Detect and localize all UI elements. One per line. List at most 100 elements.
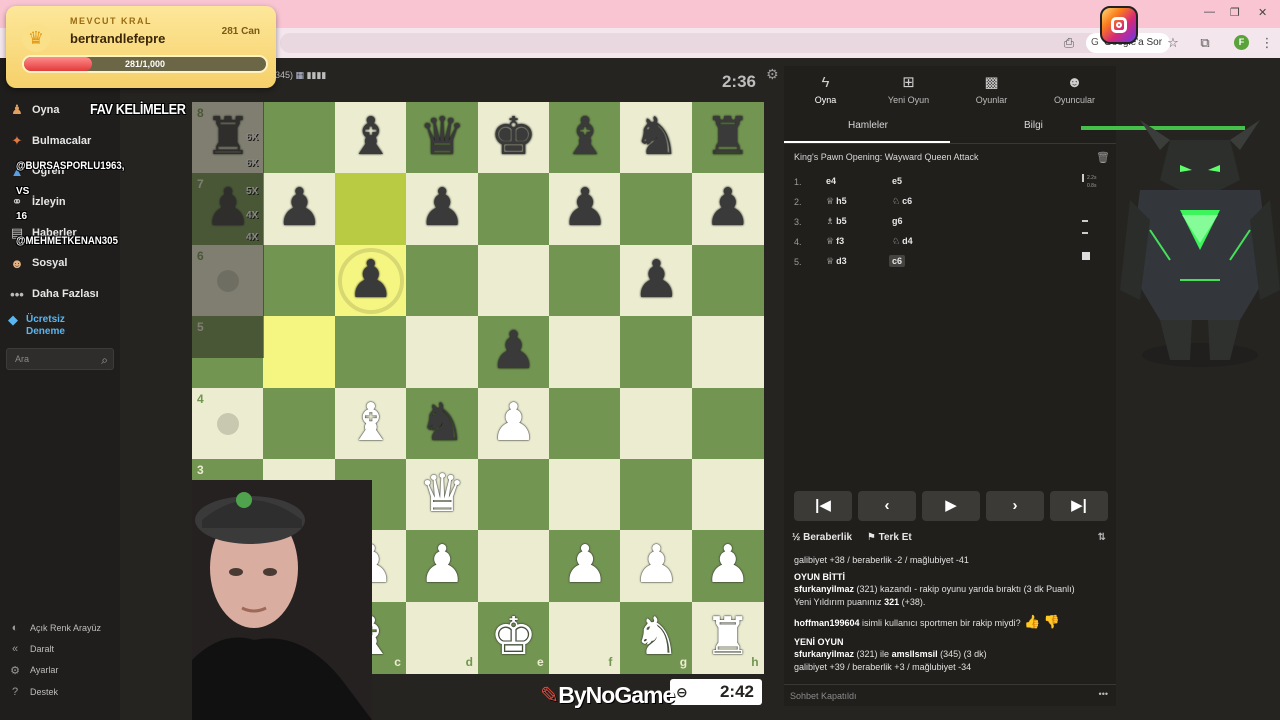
black-piece-icon[interactable]: ♜ [692, 102, 764, 174]
board-square-e2[interactable] [477, 530, 550, 603]
board-square-h5[interactable] [691, 316, 764, 389]
sidebar-help[interactable]: ? Destek [8, 685, 58, 699]
tab-games[interactable]: ▩ Oyunlar [950, 66, 1033, 110]
move-white[interactable]: ♗ b5 [826, 216, 847, 227]
board-square-g4[interactable] [620, 387, 693, 460]
black-piece-icon[interactable]: ♛ [406, 102, 478, 174]
chat-username[interactable]: sfurkanyilmaz [794, 649, 854, 659]
chat-username[interactable]: sfurkanyilmaz [794, 584, 854, 594]
board-square-d6[interactable] [406, 244, 479, 317]
chat-more-icon[interactable]: ••• [1099, 689, 1108, 699]
board-square-h4[interactable] [691, 387, 764, 460]
move-hint-dot[interactable] [217, 412, 239, 435]
board-square-e7[interactable] [477, 173, 550, 246]
board-square-h6[interactable] [691, 244, 764, 317]
close-icon[interactable]: ✕ [1258, 6, 1267, 19]
move-white[interactable]: ♕ f3 [826, 236, 844, 247]
profile-avatar[interactable]: F [1234, 35, 1249, 50]
subtab-info[interactable]: Bilgi [1024, 120, 1043, 131]
board-square-f6[interactable] [549, 244, 621, 317]
draw-button[interactable]: ½ Beraberlik [792, 532, 852, 543]
free-trial-link[interactable]: ◆ Ücretsiz Deneme [8, 313, 76, 338]
move-black[interactable]: ♘ c6 [892, 196, 912, 207]
search-input[interactable]: Ara ⌕ [6, 348, 114, 370]
black-piece-icon[interactable]: ♟ [478, 316, 550, 388]
next-move-button[interactable]: › [986, 491, 1044, 521]
first-move-button[interactable]: |◀ [794, 491, 852, 521]
board-square-c7[interactable] [334, 173, 407, 246]
white-piece-icon[interactable]: ♟ [549, 530, 621, 602]
board-square-f4[interactable] [549, 387, 621, 460]
board-settings-icon[interactable]: ⚙ [766, 66, 779, 83]
tab-play[interactable]: ϟ Oyna [784, 66, 867, 110]
white-piece-icon[interactable]: ♛ [406, 459, 478, 531]
board-square-f3[interactable] [549, 459, 621, 531]
move-white[interactable]: e4 [826, 176, 836, 186]
chat-username[interactable]: amsllsmsil [892, 649, 938, 659]
move-white[interactable]: ♕ d3 [826, 256, 847, 267]
sidebar-item-puzzles[interactable]: ✦ Bulmacalar [8, 130, 92, 152]
move-white[interactable]: ♕ h5 [826, 196, 847, 207]
move-black[interactable]: g6 [892, 216, 903, 226]
black-piece-icon[interactable]: ♞ [406, 388, 478, 460]
extensions-icon[interactable]: ⧉ [1196, 34, 1214, 52]
thumbs-down-icon[interactable]: 👎 [1044, 614, 1060, 629]
sidebar-item-play[interactable]: ♟ Oyna [8, 99, 59, 121]
move-black[interactable]: c6 [889, 255, 906, 267]
board-square-g3[interactable] [620, 459, 693, 531]
resign-button[interactable]: ⚑ Terk Et [867, 532, 912, 543]
address-bar[interactable] [280, 33, 1160, 53]
trash-icon[interactable]: 🗑 [1096, 151, 1110, 164]
board-square-h3[interactable] [691, 459, 764, 531]
board-square-e3[interactable] [477, 459, 550, 531]
tab-players[interactable]: ☻ Oyuncular [1033, 66, 1116, 110]
black-piece-icon[interactable]: ♞ [620, 102, 692, 174]
move-black[interactable]: e5 [892, 176, 902, 186]
board-square-g5[interactable] [620, 316, 693, 389]
last-move-button[interactable]: ▶| [1050, 491, 1108, 521]
board-square-e6[interactable] [477, 244, 550, 317]
browser-menu-icon[interactable]: ⋮ [1258, 34, 1276, 52]
black-piece-icon[interactable]: ♝ [549, 102, 621, 174]
move-black[interactable]: ♘ d4 [892, 236, 913, 247]
subtab-moves[interactable]: Hamleler [848, 120, 888, 131]
white-piece-icon[interactable]: ♝ [335, 388, 407, 460]
board-square-c5[interactable] [334, 316, 407, 389]
black-piece-icon[interactable]: ♟ [263, 173, 335, 245]
white-piece-icon[interactable]: ♟ [478, 388, 550, 460]
chat-input[interactable]: Sohbet Kapatıldı ••• [784, 684, 1116, 706]
sidebar-theme-toggle[interactable]: ◐ Açık Renk Arayüz [8, 621, 101, 635]
play-button[interactable]: ▶ [922, 491, 980, 521]
prev-move-button[interactable]: ‹ [858, 491, 916, 521]
search-icon[interactable]: ⌕ [101, 350, 108, 370]
sidebar-collapse[interactable]: « Daralt [8, 642, 54, 656]
tab-new-game[interactable]: ⊞ Yeni Oyun [867, 66, 950, 110]
sidebar-item-more[interactable]: ••• Daha Fazlası [8, 283, 98, 305]
black-piece-icon[interactable]: ♚ [478, 102, 550, 174]
install-icon[interactable]: ⎙ [1060, 34, 1078, 52]
black-piece-icon[interactable]: ♟ [692, 173, 764, 245]
black-piece-icon[interactable]: ♟ [549, 173, 621, 245]
board-square-b5[interactable] [263, 316, 336, 389]
board-square-b8[interactable] [263, 102, 336, 174]
minimize-icon[interactable]: — [1204, 6, 1215, 18]
capture-hint-ring[interactable] [337, 247, 404, 314]
sidebar-settings[interactable]: ⚙ Ayarlar [8, 663, 58, 677]
board-square-g7[interactable] [620, 173, 693, 246]
board-square-f5[interactable] [549, 316, 621, 389]
sidebar-item-social[interactable]: ☻ Sosyal [8, 252, 67, 274]
black-piece-icon[interactable]: ♟ [406, 173, 478, 245]
bookmark-star-icon[interactable]: ☆ [1164, 34, 1182, 52]
white-piece-icon[interactable]: ♟ [620, 530, 692, 602]
black-piece-icon[interactable]: ♝ [335, 102, 407, 174]
thumbs-up-icon[interactable]: 👍 [1024, 614, 1040, 629]
flip-board-icon[interactable]: ⇅ [1098, 532, 1106, 543]
chat-username[interactable]: hoffman199604 [794, 618, 860, 628]
white-piece-icon[interactable]: ♟ [406, 530, 478, 602]
maximize-icon[interactable]: ❐ [1230, 6, 1240, 19]
black-piece-icon[interactable]: ♟ [620, 245, 692, 317]
white-piece-icon[interactable]: ♟ [692, 530, 764, 602]
board-square-b4[interactable] [263, 387, 336, 460]
board-square-b6[interactable] [263, 244, 336, 317]
board-square-d5[interactable] [406, 316, 479, 389]
